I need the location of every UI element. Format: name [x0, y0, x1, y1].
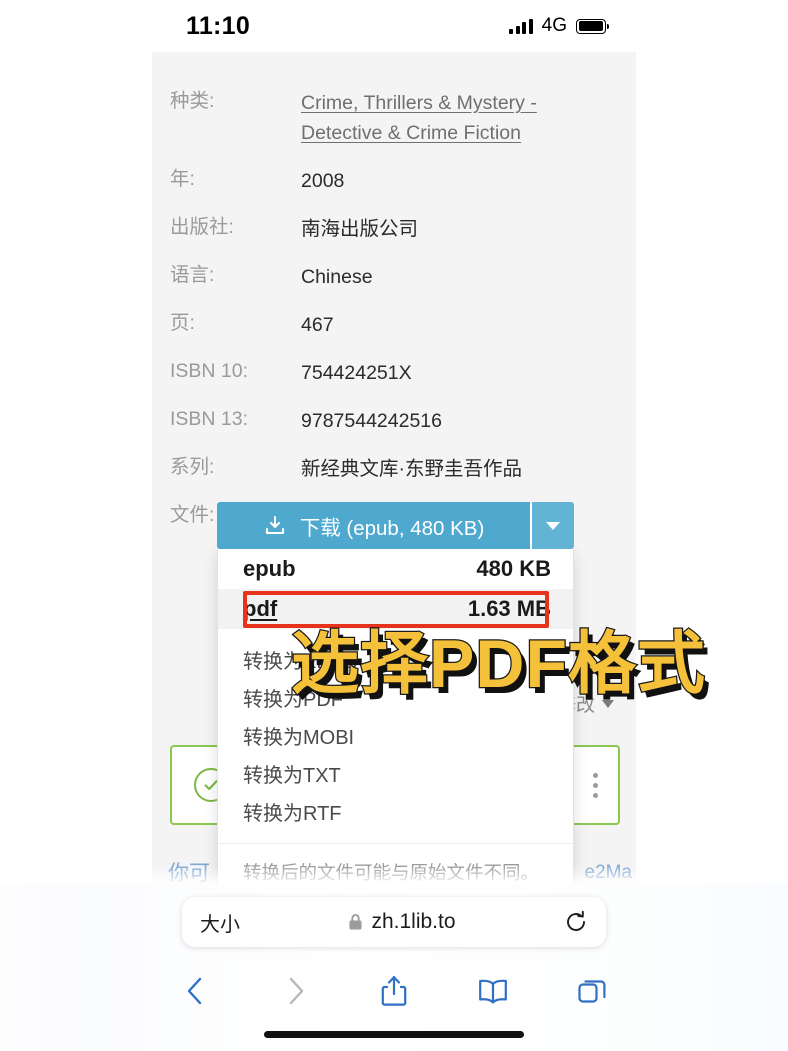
meta-value: 南海出版公司	[301, 218, 419, 240]
format-name: epub	[243, 556, 296, 581]
menu-item-convert-rtf[interactable]: 转换为RTF	[218, 795, 573, 833]
status-bar: 11:10 4G	[152, 0, 636, 52]
table-row: 页: 467	[152, 310, 636, 340]
table-row: 年: 2008	[152, 166, 636, 196]
meta-value: 2008	[301, 170, 345, 192]
meta-value-category-link[interactable]: Crime, Thrillers & Mystery - Detective &…	[301, 88, 614, 148]
meta-value: 467	[301, 314, 334, 336]
url-display[interactable]: zh.1lib.to	[240, 910, 564, 934]
more-vertical-icon[interactable]	[593, 772, 598, 798]
meta-key: ISBN 10:	[170, 360, 249, 382]
download-widget: 下载 (epub, 480 KB) epub 480 KB pdf 1.63 M…	[217, 502, 574, 923]
format-option-epub[interactable]: epub 480 KB	[218, 549, 573, 589]
menu-item-convert-mobi[interactable]: 转换为MOBI	[218, 719, 573, 757]
meta-value: Chinese	[301, 266, 373, 288]
table-row: ISBN 10: 754424251X	[152, 358, 636, 388]
chrome-fade	[0, 866, 788, 884]
meta-key: 出版社:	[170, 216, 234, 238]
tabs-button[interactable]	[566, 970, 618, 1012]
meta-key: ISBN 13:	[170, 408, 249, 430]
url-bar[interactable]: 大小 zh.1lib.to	[182, 897, 606, 947]
home-indicator	[264, 1031, 524, 1038]
browser-toolbar	[152, 966, 636, 1016]
annotation-overlay-text: 选择PDF格式	[290, 626, 707, 702]
table-row: 语言: Chinese	[152, 262, 636, 292]
text-size-button[interactable]: 大小	[200, 908, 240, 937]
format-size: 1.63 MB	[467, 596, 551, 621]
download-button-label: 下载 (epub, 480 KB)	[299, 516, 485, 540]
meta-key: 页:	[170, 312, 195, 334]
chevron-down-icon	[546, 521, 560, 530]
meta-value: 754424251X	[301, 362, 412, 384]
menu-item-convert-txt[interactable]: 转换为TXT	[218, 757, 573, 795]
signal-bars-icon	[509, 18, 533, 34]
meta-key: 种类:	[170, 90, 215, 112]
meta-key: 语言:	[170, 264, 215, 286]
table-row: 系列: 新经典文库·东野圭吾作品	[152, 454, 636, 484]
meta-key: 系列:	[170, 456, 215, 478]
download-button[interactable]: 下载 (epub, 480 KB)	[217, 502, 530, 549]
url-text: zh.1lib.to	[371, 910, 456, 933]
battery-full-icon	[576, 18, 610, 34]
format-name: pdf	[243, 596, 278, 621]
lock-icon	[348, 913, 363, 931]
download-button-group: 下载 (epub, 480 KB)	[217, 502, 574, 549]
meta-value: 9787544242516	[301, 410, 442, 432]
table-row: 出版社: 南海出版公司	[152, 214, 636, 244]
back-button[interactable]	[170, 970, 222, 1012]
download-icon	[263, 514, 287, 538]
browser-chrome: 大小 zh.1lib.to	[0, 866, 788, 1051]
table-row: ISBN 13: 9787544242516	[152, 406, 636, 436]
table-row: 种类: Crime, Thrillers & Mystery - Detecti…	[152, 88, 636, 148]
network-type-label: 4G	[541, 15, 567, 36]
bookmarks-button[interactable]	[467, 970, 519, 1012]
forward-button	[269, 970, 321, 1012]
reload-button[interactable]	[564, 910, 588, 934]
status-time: 11:10	[186, 11, 251, 40]
meta-value: 新经典文库·东野圭吾作品	[301, 458, 522, 480]
share-button[interactable]	[368, 970, 420, 1012]
status-indicators: 4G	[509, 15, 610, 37]
meta-key: 年:	[170, 168, 195, 190]
book-metadata-table: 种类: Crime, Thrillers & Mystery - Detecti…	[152, 52, 636, 532]
download-format-toggle[interactable]	[530, 502, 574, 549]
format-option-pdf[interactable]: pdf 1.63 MB	[218, 589, 573, 629]
phone-screenshot: 11:10 4G 种类: Crime, Thrillers & Mystery …	[0, 0, 788, 1051]
format-size: 480 KB	[476, 556, 551, 581]
